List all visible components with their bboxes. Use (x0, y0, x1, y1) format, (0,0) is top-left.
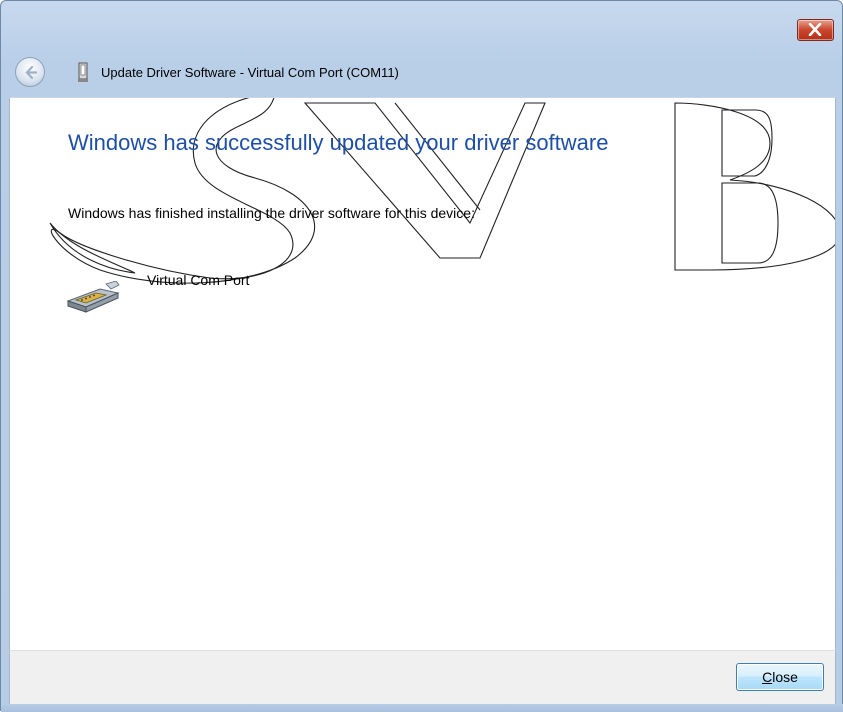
serial-port-icon (66, 281, 120, 313)
dialog-footer: Close (9, 650, 836, 704)
close-x-icon (808, 23, 822, 36)
back-arrow-icon (25, 65, 38, 80)
description-text: Windows has finished installing the driv… (68, 205, 475, 221)
back-button[interactable] (15, 57, 45, 87)
dialog-window: Update Driver Software - Virtual Com Por… (0, 0, 843, 712)
content-pane: Windows has successfully updated your dr… (9, 97, 836, 650)
window-title: Update Driver Software - Virtual Com Por… (101, 65, 399, 80)
svb-watermark-logo (49, 98, 835, 284)
window-close-button[interactable] (797, 19, 834, 41)
close-button[interactable]: Close (736, 663, 824, 691)
page-heading: Windows has successfully updated your dr… (68, 130, 609, 155)
close-label-rest: lose (772, 669, 798, 685)
dialog-header: Update Driver Software - Virtual Com Por… (9, 47, 834, 97)
device-name: Virtual Com Port (147, 272, 250, 288)
close-access-key: C (762, 669, 773, 685)
usb-device-icon (78, 62, 88, 82)
